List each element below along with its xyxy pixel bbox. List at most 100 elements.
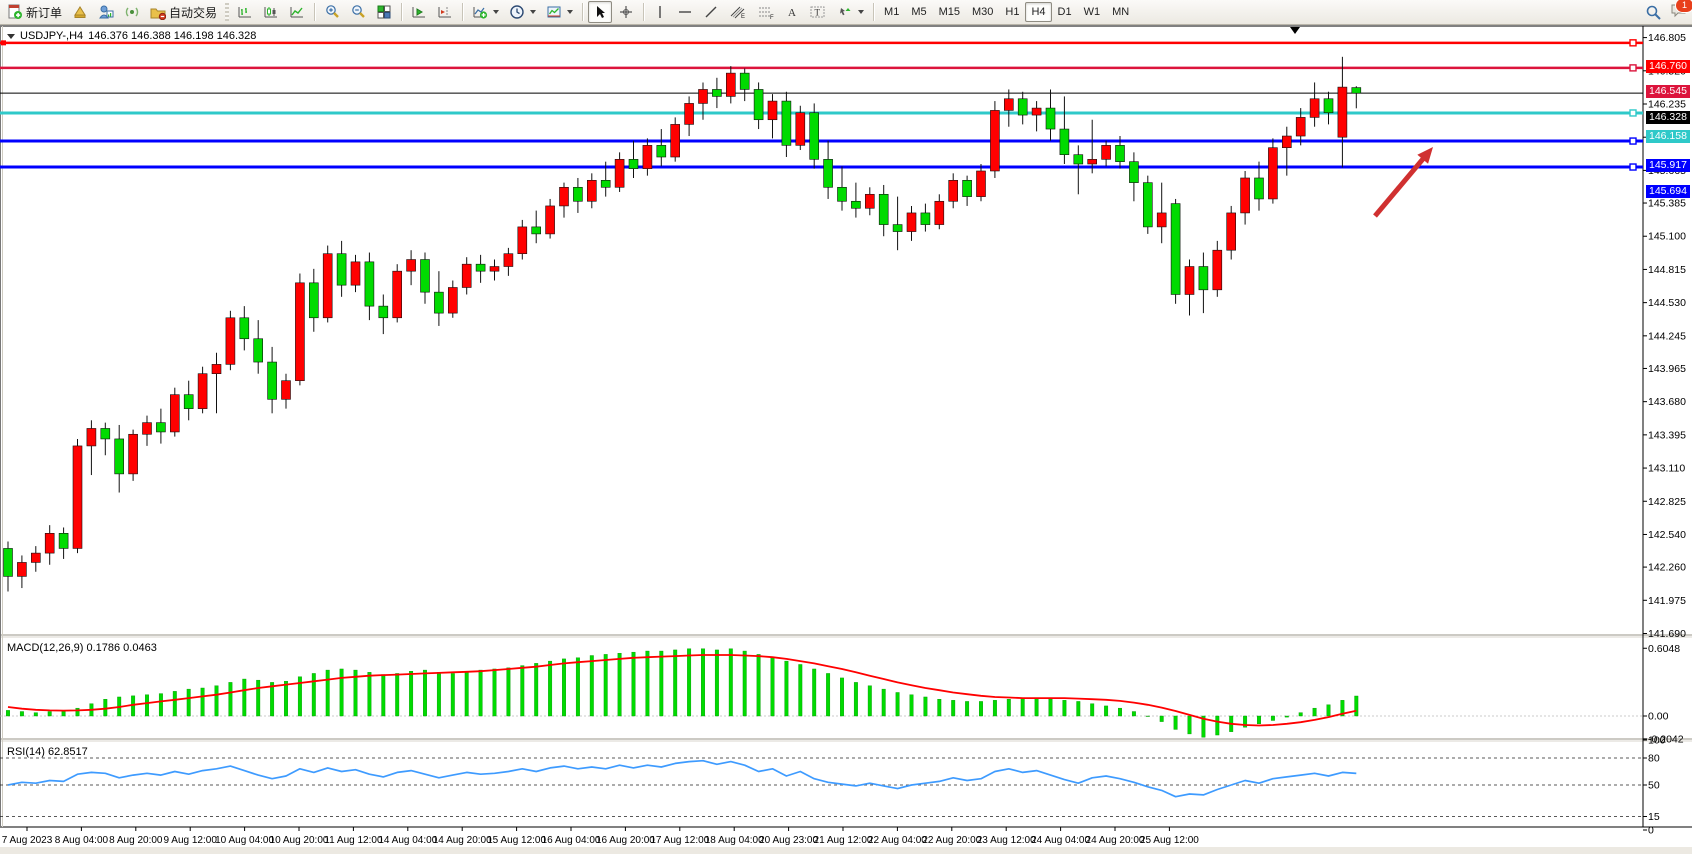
zoom-out-button[interactable] <box>346 1 370 23</box>
auto-scroll-button[interactable] <box>407 1 431 23</box>
crosshair-tool-button[interactable] <box>614 1 638 23</box>
candle-body <box>337 254 346 285</box>
rsi-tick-label: 100 <box>1648 735 1666 747</box>
toolbar-separator <box>873 3 874 21</box>
candle-body <box>1199 267 1208 290</box>
autotrading-button[interactable]: 自动交易 <box>146 1 221 23</box>
cursor-tool-button[interactable] <box>588 1 612 23</box>
market-watch-button[interactable] <box>68 1 92 23</box>
main-toolbar: 新订单 自动交易 <box>0 0 1692 25</box>
macd-histogram-bar <box>854 682 858 716</box>
candle-body <box>226 318 235 365</box>
macd-histogram-bar <box>799 664 803 716</box>
candle-body <box>657 145 666 157</box>
autotrading-label: 自动交易 <box>169 4 217 21</box>
macd-histogram-bar <box>48 712 52 716</box>
horizontal-line-tool-button[interactable] <box>673 1 697 23</box>
candle-chart-button[interactable] <box>259 1 283 23</box>
candle-body <box>1310 99 1319 118</box>
timeframe-m5[interactable]: M5 <box>905 2 932 22</box>
candle-body <box>31 553 40 562</box>
candle-body <box>518 227 527 254</box>
candle-body <box>935 201 944 224</box>
timeframe-mn[interactable]: MN <box>1106 2 1135 22</box>
text-label-tool-button[interactable]: T <box>805 1 831 23</box>
macd-histogram-bar <box>687 649 691 716</box>
macd-histogram-bar <box>326 670 330 716</box>
notifications-button[interactable]: 1 <box>1670 2 1688 23</box>
time-axis-label: 14 Aug 04:00 <box>378 835 437 846</box>
equidistant-channel-tool-button[interactable]: E <box>725 1 751 23</box>
candle-body <box>393 271 402 318</box>
macd-histogram-bar <box>1327 705 1331 716</box>
arrows-tool-button[interactable] <box>833 1 868 23</box>
line-handle[interactable] <box>1630 164 1636 170</box>
macd-histogram-bar <box>1104 706 1108 716</box>
tile-windows-button[interactable] <box>372 1 396 23</box>
line-chart-button[interactable] <box>285 1 309 23</box>
candle-body <box>1088 159 1097 164</box>
signals-button[interactable] <box>120 1 144 23</box>
templates-caret-icon <box>567 10 573 14</box>
candle-body <box>59 533 68 548</box>
timeframe-h4[interactable]: H4 <box>1025 2 1051 22</box>
macd-histogram-bar <box>1299 713 1303 716</box>
line-handle-left[interactable] <box>1 40 6 45</box>
candle-body <box>796 113 805 146</box>
templates-button[interactable] <box>542 1 577 23</box>
candle-body <box>1352 88 1361 94</box>
time-axis-label: 24 Aug 20:00 <box>1086 835 1145 846</box>
cursor-icon <box>592 4 608 20</box>
search-icon[interactable] <box>1645 4 1662 21</box>
macd-histogram-bar <box>173 691 177 716</box>
svg-text:A: A <box>788 7 796 19</box>
price-tick-label: 142.260 <box>1648 562 1686 574</box>
chart-shift-button[interactable] <box>433 1 457 23</box>
timeframe-m1[interactable]: M1 <box>878 2 905 22</box>
line-handle[interactable] <box>1630 138 1636 144</box>
fibonacci-tool-button[interactable]: F <box>753 1 779 23</box>
price-tick-label: 142.825 <box>1648 496 1686 508</box>
line-handle[interactable] <box>1630 110 1636 116</box>
line-handle[interactable] <box>1630 40 1636 46</box>
text-tool-button[interactable]: A <box>781 1 803 23</box>
macd-histogram-bar <box>229 682 233 716</box>
macd-histogram-bar <box>896 692 900 716</box>
zoom-in-button[interactable] <box>320 1 344 23</box>
indicators-icon <box>472 4 488 20</box>
macd-histogram-bar <box>521 666 525 716</box>
new-order-button[interactable]: 新订单 <box>3 1 66 23</box>
signals-icon <box>124 4 140 20</box>
vertical-line-icon <box>653 4 667 20</box>
text-icon: A <box>785 4 799 20</box>
timeframe-m15[interactable]: M15 <box>933 2 966 22</box>
timeframe-m30[interactable]: M30 <box>966 2 999 22</box>
macd-histogram-bar <box>104 699 108 716</box>
macd-histogram-bar <box>340 669 344 716</box>
timeframe-w1[interactable]: W1 <box>1078 2 1107 22</box>
periods-button[interactable] <box>505 1 540 23</box>
macd-histogram-bar <box>159 694 163 716</box>
line-handle[interactable] <box>1630 65 1636 71</box>
indicators-button[interactable] <box>468 1 503 23</box>
macd-histogram-bar <box>576 658 580 716</box>
zoom-out-icon <box>350 4 366 20</box>
time-axis-label: 10 Aug 20:00 <box>270 835 329 846</box>
candle-body <box>351 262 360 285</box>
macd-histogram-bar <box>1049 699 1053 716</box>
price-badge-146.545: 146.545 <box>1646 85 1690 98</box>
macd-histogram-bar <box>1146 716 1150 717</box>
timeframe-h1[interactable]: H1 <box>999 2 1025 22</box>
trendline-tool-button[interactable] <box>699 1 723 23</box>
macd-histogram-bar <box>1216 716 1220 735</box>
toolbar-separator <box>401 3 402 21</box>
vertical-line-tool-button[interactable] <box>649 1 671 23</box>
candle-body <box>782 101 791 145</box>
toolbar-separator <box>462 3 463 21</box>
timeframe-d1[interactable]: D1 <box>1052 2 1078 22</box>
chart-shift-icon <box>437 4 453 20</box>
data-window-button[interactable] <box>94 1 118 23</box>
time-axis-label: 8 Aug 04:00 <box>55 835 109 846</box>
candle-body <box>198 374 207 409</box>
bar-chart-button[interactable] <box>233 1 257 23</box>
